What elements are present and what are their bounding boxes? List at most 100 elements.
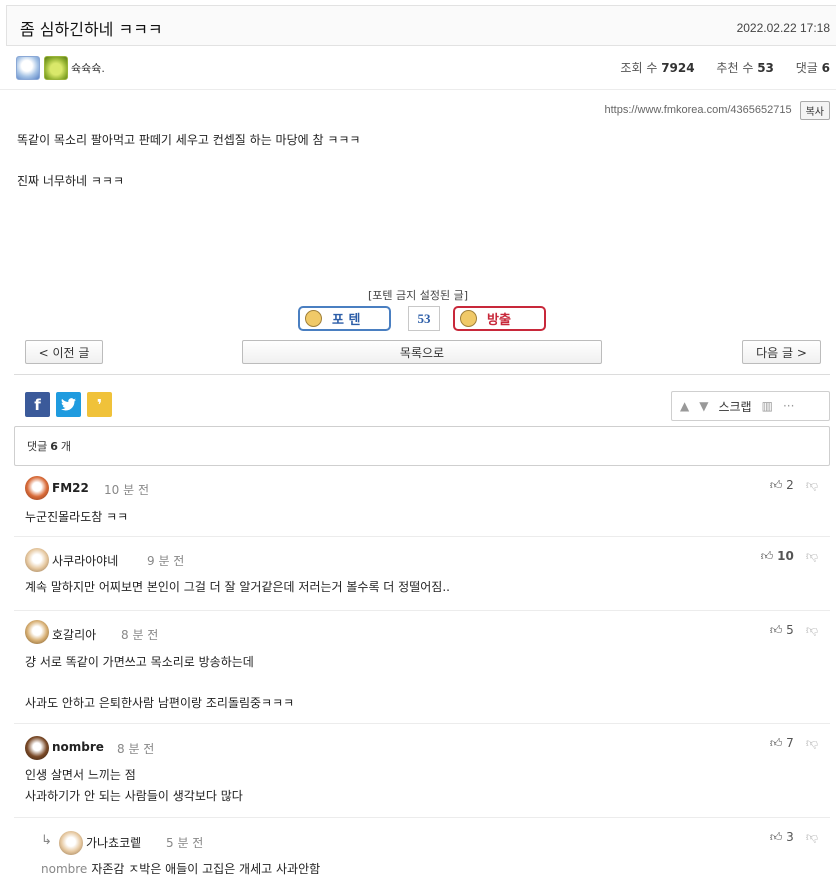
comment-vote-count: 10: [777, 549, 794, 563]
comment-line: 자존감 ㅈ박은 애들이 고집은 개세고 사과안함: [91, 862, 321, 876]
angry-face-icon: [460, 310, 477, 327]
comment-item: 사쿠라아야네 9 분 전 계속 말하지만 어찌보면 본인이 그걸 더 잘 알거같…: [14, 538, 830, 611]
comment-body: 계속 말하지만 어찌보면 본인이 그걸 더 잘 알거같은데 저러는거 볼수록 더…: [25, 577, 450, 598]
comment-downvote-icon[interactable]: 👎︎: [806, 623, 818, 638]
comment-vote-count: 5: [786, 623, 794, 637]
author-name[interactable]: 슉슉슉.: [71, 60, 105, 76]
comment-upvote-button[interactable]: 👍︎ 3: [770, 830, 794, 845]
comment-line: 인생 살면서 느끼는 점: [25, 768, 136, 782]
comment-time: 10 분 전: [104, 483, 149, 497]
comments-count: 6: [821, 61, 830, 75]
comment-author[interactable]: FM22: [52, 481, 89, 495]
content-paragraph: 똑같이 목소리 팔아먹고 판떼기 세우고 컨셉질 하는 마당에 참 ㅋㅋㅋ: [17, 133, 361, 147]
comment-time: 9 분 전: [147, 554, 185, 568]
comment-author[interactable]: 호갈리아: [52, 626, 96, 643]
post-url[interactable]: https://www.fmkorea.com/4365652715: [604, 104, 791, 116]
divider: [14, 374, 830, 375]
post-header: 좀 심하긴하네 ㅋㅋㅋ 2022.02.22 17:18: [6, 5, 836, 46]
more-icon[interactable]: ···: [783, 399, 794, 413]
comment-vote: 👍︎ 10 👎︎: [761, 549, 818, 564]
comment-vote: 👍︎ 2 👎︎: [770, 478, 818, 493]
post-title: 좀 심하긴하네 ㅋㅋㅋ: [20, 20, 163, 39]
post-tools: ▲ ▼ 스크랩 ▥ ···: [671, 391, 830, 421]
reply-item: ↳ 가나쵸코렡 5 분 전 nombre 자존감 ㅈ박은 애들이 고집은 개세고 …: [14, 819, 830, 883]
recommend-label: 포 텐: [332, 313, 361, 328]
comment-line: 누군진몰라도참 ㅋㅋ: [25, 510, 129, 524]
comment-upvote-button[interactable]: 👍︎ 7: [770, 736, 794, 751]
comment-line: [25, 673, 294, 693]
comment-vote-count: 7: [786, 736, 794, 750]
avatar: [25, 620, 49, 644]
list-button[interactable]: 목록으로: [242, 340, 602, 364]
comment-upvote-button[interactable]: 👍︎ 10: [761, 549, 794, 564]
comment-body: 인생 살면서 느끼는 점 사과하기가 안 되는 사람들이 생각보다 많다: [25, 765, 243, 807]
comment-vote: 👍︎ 7 👎︎: [770, 736, 818, 751]
comments-label: 댓글: [795, 61, 818, 75]
post-content: 똑같이 목소리 팔아먹고 판떼기 세우고 컨셉질 하는 마당에 참 ㅋㅋㅋ 진짜…: [17, 132, 360, 214]
member-badge-icon: [44, 56, 68, 80]
url-row: https://www.fmkorea.com/4365652715 복사: [604, 100, 830, 120]
comment-item: 호갈리아 8 분 전 걍 서로 똑같이 가면쓰고 목소리로 방송하는데 사과도 …: [14, 612, 830, 724]
post-meta: 슉슉슉. 조회 수 7924 추천 수 53 댓글 6: [0, 46, 836, 90]
copy-url-button[interactable]: 복사: [799, 100, 830, 120]
comment-count-suffix: 개: [60, 440, 72, 453]
comment-time: 8 분 전: [121, 628, 159, 642]
post-stats: 조회 수 7924 추천 수 53 댓글 6: [620, 59, 830, 76]
comment-count: 6: [50, 439, 58, 453]
comment-body: nombre 자존감 ㅈ박은 애들이 고집은 개세고 사과안함: [41, 859, 320, 880]
comment-downvote-icon[interactable]: 👎︎: [806, 830, 818, 845]
comment-downvote-icon[interactable]: 👎︎: [806, 736, 818, 751]
release-button[interactable]: 방출: [453, 306, 546, 331]
comment-downvote-icon[interactable]: 👎︎: [806, 549, 818, 564]
prev-post-button[interactable]: < 이전 글: [25, 340, 103, 364]
comment-author[interactable]: 가나쵸코렡: [86, 834, 141, 851]
comment-line: 계속 말하지만 어찌보면 본인이 그걸 더 잘 알거같은데 저러는거 볼수록 더…: [25, 580, 450, 594]
comment-count-prefix: 댓글: [27, 440, 48, 453]
level-icon: [16, 56, 40, 80]
comment-line: 사과도 안하고 은퇴한사람 남편이랑 조리돌림중ㅋㅋㅋ: [25, 696, 295, 710]
avatar: [25, 736, 49, 760]
twitter-share-icon[interactable]: [56, 392, 81, 417]
scrap-button[interactable]: 스크랩: [718, 398, 751, 415]
next-post-button[interactable]: 다음 글 >: [742, 340, 821, 364]
comment-item: nombre 8 분 전 인생 살면서 느끼는 점 사과하기가 안 되는 사람들…: [14, 725, 830, 818]
scroll-down-icon[interactable]: ▼: [699, 399, 708, 413]
comment-line: 사과하기가 안 되는 사람들이 생각보다 많다: [25, 789, 243, 803]
scroll-up-icon[interactable]: ▲: [680, 399, 689, 413]
comment-vote-count: 3: [786, 830, 794, 844]
comment-downvote-icon[interactable]: 👎︎: [806, 478, 818, 493]
post-date: 2022.02.22 17:18: [736, 21, 830, 35]
recommend-button[interactable]: 포 텐: [298, 306, 391, 331]
comment-body: 누군진몰라도참 ㅋㅋ: [25, 507, 128, 528]
comment-item: FM22 10 분 전 누군진몰라도참 ㅋㅋ 👍︎ 2 👎︎: [14, 470, 830, 537]
vote-count: 53: [408, 306, 440, 331]
likes-label: 추천 수: [716, 61, 754, 75]
avatar: [59, 831, 83, 855]
release-label: 방출: [487, 313, 511, 328]
comment-upvote-button[interactable]: 👍︎ 5: [770, 623, 794, 638]
comment-author[interactable]: 사쿠라아야네: [52, 552, 118, 569]
comment-vote: 👍︎ 3 👎︎: [770, 830, 818, 845]
vote-area: 포 텐 53 방출: [298, 306, 548, 331]
comment-line: 걍 서로 똑같이 가면쓰고 목소리로 방송하는데: [25, 655, 254, 669]
kakao-share-icon[interactable]: ❜: [87, 392, 112, 417]
reply-arrow-icon: ↳: [41, 833, 52, 848]
views-label: 조회 수: [620, 61, 658, 75]
comment-author[interactable]: nombre: [52, 740, 104, 754]
content-paragraph: 진짜 너무하네 ㅋㅋㅋ: [17, 174, 124, 188]
likes-count: 53: [757, 61, 774, 75]
comment-vote-count: 2: [786, 478, 794, 492]
smile-face-icon: [305, 310, 322, 327]
facebook-share-icon[interactable]: f: [25, 392, 50, 417]
stats-icon[interactable]: ▥: [762, 399, 773, 413]
comment-upvote-button[interactable]: 👍︎ 2: [770, 478, 794, 493]
comment-count-box: 댓글 6 개: [14, 426, 830, 466]
views-count: 7924: [661, 61, 695, 75]
comment-body: 걍 서로 똑같이 가면쓰고 목소리로 방송하는데 사과도 안하고 은퇴한사람 남…: [25, 652, 294, 714]
reply-mention[interactable]: nombre: [41, 862, 87, 876]
comment-time: 5 분 전: [166, 836, 204, 850]
poten-block-notice: [포텐 금지 설정된 글]: [367, 289, 469, 302]
avatar: [25, 548, 49, 572]
avatar: [25, 476, 49, 500]
comment-time: 8 분 전: [117, 742, 155, 756]
